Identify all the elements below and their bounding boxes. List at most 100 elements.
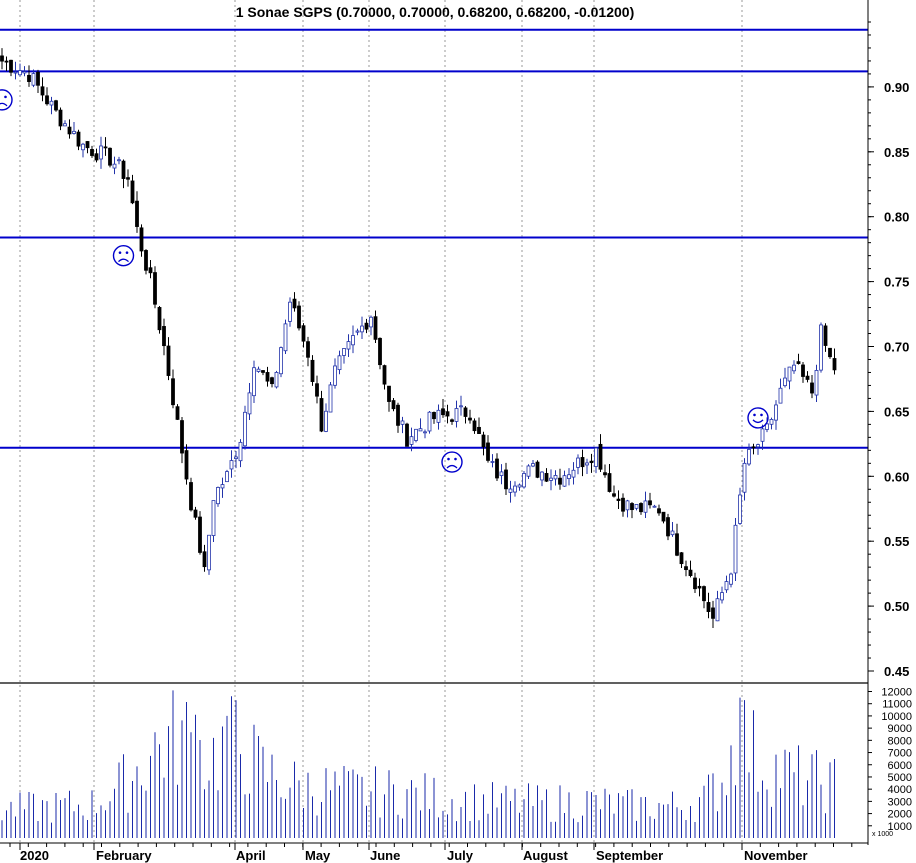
candle-body (49, 100, 54, 106)
candle-body (612, 493, 616, 497)
candle-body (513, 485, 517, 493)
candle-body (252, 367, 256, 397)
candle-body (454, 408, 459, 422)
candle-body (256, 368, 261, 372)
volume-tick-label: 7000 (888, 748, 912, 760)
candle-body (468, 417, 472, 421)
candle-body (58, 109, 63, 127)
candle-body (589, 460, 594, 464)
candle-body (72, 130, 76, 134)
candle-body (45, 95, 49, 105)
month-label: April (236, 848, 266, 863)
candle-body (364, 322, 369, 330)
candle-body (616, 498, 621, 501)
marker-eye (118, 251, 122, 254)
candle-body (481, 434, 486, 448)
candle-body (360, 325, 364, 333)
candle-body (148, 267, 153, 274)
month-label: September (596, 848, 663, 863)
candle-body (243, 411, 247, 447)
candle-body (715, 598, 720, 622)
candle-body (306, 341, 310, 358)
candle-body (211, 500, 216, 536)
candle-body (396, 404, 400, 426)
candle-body (769, 419, 774, 425)
candle-body (99, 145, 103, 160)
candle-body (27, 74, 31, 82)
candle-body (459, 405, 463, 408)
candle-body (733, 524, 738, 574)
candle-body (522, 473, 526, 488)
month-label: May (305, 848, 331, 863)
candle-body (274, 371, 279, 388)
candle-body (702, 586, 706, 602)
candle-body (279, 347, 283, 375)
candle-body (373, 316, 378, 340)
candle-body (675, 533, 679, 556)
candle-body (756, 444, 760, 448)
candle-body (540, 471, 544, 481)
candle-body (832, 358, 837, 371)
candle-body (810, 382, 814, 394)
candle-body (144, 250, 148, 271)
candle-body (441, 408, 445, 416)
candle-body (283, 323, 288, 352)
candle-body (265, 372, 270, 382)
month-label: November (744, 848, 808, 863)
candle-body (427, 411, 432, 432)
candle-body (450, 419, 454, 422)
candle-body (139, 227, 144, 252)
candle-body (652, 505, 657, 508)
candle-body (436, 409, 441, 423)
candle-body (774, 404, 778, 421)
candle-body (13, 71, 18, 74)
volume-tick-label: 3000 (888, 796, 912, 808)
candle-body (639, 503, 643, 513)
price-tick-label: 0.85 (884, 145, 909, 160)
volume-tick-label: 5000 (888, 772, 912, 784)
candle-body (720, 592, 724, 601)
candle-body (796, 361, 801, 364)
candle-body (666, 517, 670, 537)
candle-body (9, 59, 13, 73)
candle-body (54, 100, 58, 111)
volume-tick-label: 6000 (888, 760, 912, 772)
candle-body (508, 488, 513, 493)
candle-body (625, 500, 630, 511)
candle-body (576, 457, 580, 468)
candle-body (90, 149, 94, 156)
candle-body (337, 355, 342, 371)
volume-tick-label: 9000 (888, 723, 912, 735)
candle-body (414, 428, 418, 441)
candle-body (117, 159, 121, 162)
candle-body (288, 301, 292, 322)
candle-body (202, 551, 207, 568)
candle-body (670, 530, 675, 536)
candle-body (405, 423, 409, 447)
candle-body (562, 475, 567, 487)
price-tick-label: 0.70 (884, 340, 909, 355)
candle-body (207, 534, 211, 571)
candle-body (504, 469, 508, 490)
price-tick-label: 0.90 (884, 80, 909, 95)
candle-body (751, 446, 756, 449)
candle-body (108, 147, 112, 166)
candle-body (724, 581, 729, 591)
candle-body (747, 449, 751, 465)
candle-body (679, 552, 684, 565)
candle-body (67, 126, 72, 135)
candle-body (382, 365, 387, 385)
candle-body (738, 494, 742, 524)
candle-body (400, 420, 405, 425)
candle-body (445, 411, 450, 417)
candle-body (324, 410, 328, 432)
candle-body (175, 406, 180, 420)
volume-tick-label: 8000 (888, 735, 912, 747)
candle-body (697, 585, 702, 589)
candle-body (409, 436, 414, 445)
candle-body (193, 509, 198, 518)
candle-body (18, 70, 22, 76)
candle-body (598, 443, 603, 470)
price-tick-label: 0.55 (884, 534, 909, 549)
volume-tick-label: 10000 (881, 711, 912, 723)
